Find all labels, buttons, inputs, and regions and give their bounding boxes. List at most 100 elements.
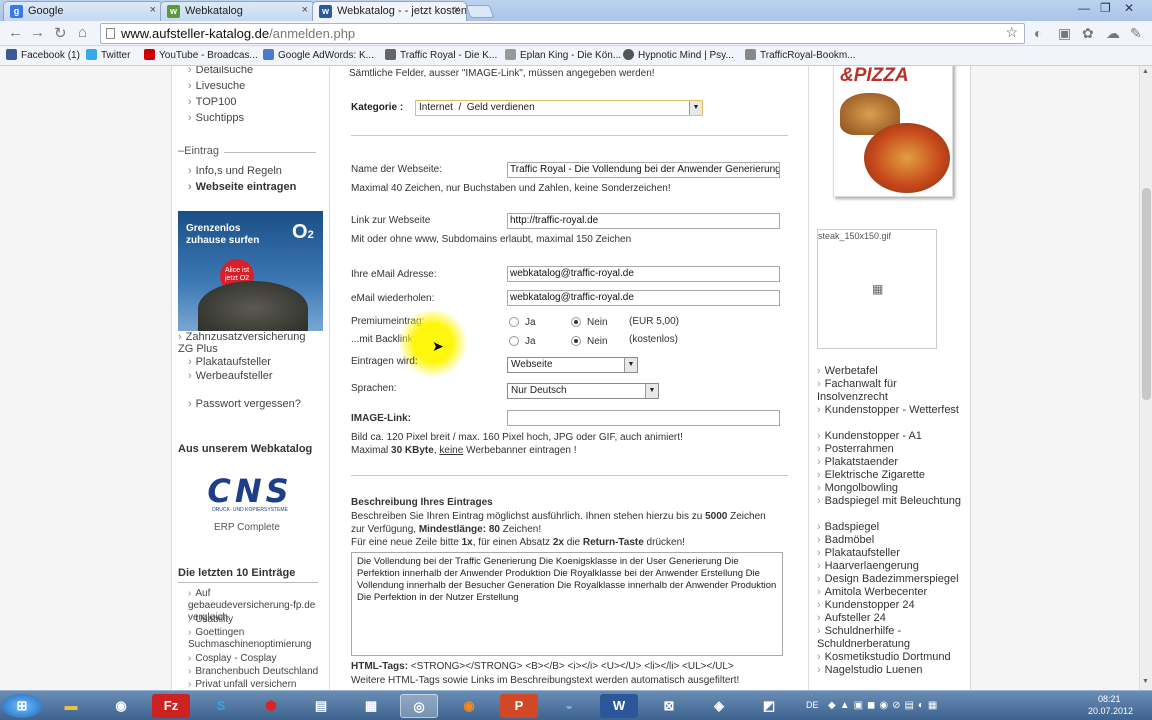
- minimize-icon[interactable]: —: [1078, 1, 1090, 15]
- sidebar-link[interactable]: Plakataufsteller: [817, 547, 969, 560]
- sidebar-link[interactable]: Design Badezimmerspiegel: [817, 573, 969, 586]
- recent-entry-link[interactable]: Goettingen Suchmaschinenoptimierung: [188, 627, 318, 651]
- sidebar-link[interactable]: Werbeaufsteller: [188, 370, 273, 382]
- close-window-icon[interactable]: ✕: [1124, 1, 1134, 15]
- scroll-up-icon[interactable]: ▲: [1142, 68, 1149, 75]
- recent-entry-link[interactable]: Cosplay - Cosplay: [188, 653, 276, 664]
- skype-icon[interactable]: S: [202, 694, 240, 718]
- backlink-nein-radio[interactable]: [571, 336, 581, 346]
- o2-ad-banner[interactable]: Grenzenlos zuhause surfen O2 Alice ist j…: [178, 211, 323, 331]
- sidebar-link[interactable]: Plakataufsteller: [188, 356, 271, 368]
- bookmark-star-icon[interactable]: ☆: [1005, 24, 1018, 41]
- save-disk-icon[interactable]: ▤: [302, 694, 340, 718]
- sidebar-link[interactable]: Badspiegel mit Beleuchtung: [817, 495, 969, 508]
- bookmark-item[interactable]: YouTube - Broadcas...: [144, 49, 258, 61]
- sidebar-link[interactable]: Nagelstudio Luenen: [817, 664, 969, 677]
- thunderbird-icon[interactable]: ◒: [550, 694, 588, 718]
- tab-google[interactable]: g Google ×: [3, 1, 163, 21]
- sidebar-link[interactable]: Detailsuche: [188, 66, 253, 76]
- scroll-down-icon[interactable]: ▼: [1142, 678, 1149, 685]
- clock-date[interactable]: 20.07.2012: [1088, 706, 1133, 716]
- address-bar[interactable]: www.aufsteller-katalog.de/anmelden.php ☆: [100, 23, 1025, 44]
- sidebar-link[interactable]: Zahnzusatzversicherung ZG Plus: [178, 331, 318, 355]
- firefox-icon[interactable]: ◉: [450, 694, 488, 718]
- word-icon[interactable]: W: [600, 694, 638, 718]
- tray-icons[interactable]: ◆▲▣◼◉⊘▤◐▦: [828, 700, 941, 711]
- sidebar-link[interactable]: Fachanwalt für Insolvenzrecht: [817, 378, 969, 404]
- bookmark-item[interactable]: Google AdWords: K...: [263, 49, 374, 61]
- clock-time[interactable]: 08:21: [1098, 694, 1121, 704]
- sidebar-link[interactable]: Badmöbel: [817, 534, 969, 547]
- sidebar-link[interactable]: Livesuche: [188, 80, 246, 92]
- bookmark-item[interactable]: Facebook (1): [6, 49, 80, 61]
- sidebar-link[interactable]: Plakatstaender: [817, 456, 969, 469]
- sidebar-link[interactable]: Schuldnerhilfe - Schuldnerberatung: [817, 625, 969, 651]
- tab-webkatalog-active[interactable]: w Webkatalog - - jetzt kosten ×: [312, 1, 467, 21]
- sidebar-link-active[interactable]: Webseite eintragen: [188, 181, 297, 193]
- extension-icon[interactable]: ◐: [1034, 25, 1042, 41]
- close-icon[interactable]: ×: [150, 4, 156, 16]
- forgot-password-link[interactable]: Passwort vergessen?: [188, 398, 301, 410]
- outlook-icon[interactable]: ◉: [102, 694, 140, 718]
- sidebar-link[interactable]: TOP100: [188, 96, 237, 108]
- cns-logo[interactable]: CNS DRUCK- UND KOPIERSYSTEME: [196, 475, 304, 517]
- maximize-icon[interactable]: ❐: [1100, 1, 1111, 15]
- extension-icon[interactable]: ✿: [1082, 25, 1094, 42]
- reload-icon[interactable]: ↻: [54, 24, 67, 42]
- recent-entry-link[interactable]: Branchenbuch Deutschland: [188, 666, 318, 677]
- start-button[interactable]: ⊞: [2, 694, 42, 718]
- sidebar-link[interactable]: Aufsteller 24: [817, 612, 969, 625]
- pizza-ad-image[interactable]: &PIZZA: [833, 66, 953, 197]
- tab-webkatalog[interactable]: w Webkatalog ×: [160, 1, 315, 21]
- scrollbar-thumb[interactable]: [1142, 188, 1151, 400]
- sidebar-link[interactable]: Haarverlaengerung: [817, 560, 969, 573]
- email-repeat-input[interactable]: webkatalog@traffic-royal.de: [507, 290, 780, 306]
- sidebar-link[interactable]: Kundenstopper - A1: [817, 430, 969, 443]
- bookmark-item[interactable]: Twitter: [86, 49, 130, 61]
- eintragen-select[interactable]: Webseite ▼: [507, 357, 638, 373]
- recent-entry-link[interactable]: Usability: [188, 614, 233, 625]
- sprachen-select[interactable]: Nur Deutsch ▼: [507, 383, 659, 399]
- home-icon[interactable]: ⌂: [78, 24, 87, 41]
- sidebar-link[interactable]: Werbetafel: [817, 365, 969, 378]
- app-icon[interactable]: ◈: [700, 694, 738, 718]
- sidebar-link[interactable]: Amitola Werbecenter: [817, 586, 969, 599]
- kategorie-select[interactable]: Internet / Geld verdienen ▼: [415, 100, 703, 116]
- security-icon[interactable]: ⊠: [650, 694, 688, 718]
- sidebar-link[interactable]: Kundenstopper - Wetterfest: [817, 404, 969, 417]
- chrome-icon[interactable]: ◎: [400, 694, 438, 718]
- back-icon[interactable]: ←: [8, 24, 23, 41]
- bookmark-item[interactable]: Eplan King - Die Kön...: [505, 49, 621, 61]
- language-indicator[interactable]: DE: [806, 700, 819, 710]
- bookmark-item[interactable]: Traffic Royal - Die K...: [385, 49, 497, 61]
- sidebar-link[interactable]: Kundenstopper 24: [817, 599, 969, 612]
- sidebar-link[interactable]: Suchtipps: [188, 112, 244, 124]
- close-icon[interactable]: ×: [302, 4, 308, 16]
- extension-icon[interactable]: ☁: [1106, 25, 1120, 42]
- premium-nein-radio[interactable]: [571, 317, 581, 327]
- wrench-icon[interactable]: ✎: [1130, 25, 1142, 42]
- email-input[interactable]: webkatalog@traffic-royal.de: [507, 266, 780, 282]
- vertical-scrollbar[interactable]: ▲ ▼: [1139, 66, 1152, 690]
- bookmark-item[interactable]: Hypnotic Mind | Psy...: [623, 49, 734, 61]
- sidebar-link[interactable]: Badspiegel: [817, 521, 969, 534]
- app-icon[interactable]: ◩: [750, 694, 788, 718]
- extension-icon[interactable]: ▣: [1058, 25, 1071, 42]
- premium-ja-radio[interactable]: [509, 317, 519, 327]
- new-tab-button[interactable]: [465, 5, 495, 18]
- sidebar-link[interactable]: Mongolbowling: [817, 482, 969, 495]
- explorer-icon[interactable]: ▬: [52, 694, 90, 718]
- name-input[interactable]: Traffic Royal - Die Vollendung bei der A…: [507, 162, 780, 178]
- backlink-ja-radio[interactable]: [509, 336, 519, 346]
- bookmark-item[interactable]: TrafficRoyal-Bookm...: [745, 49, 856, 61]
- forward-icon[interactable]: →: [30, 24, 45, 41]
- acrobat-icon[interactable]: ⬢: [252, 694, 290, 718]
- link-input[interactable]: http://traffic-royal.de: [507, 213, 780, 229]
- sidebar-link[interactable]: Elektrische Zigarette: [817, 469, 969, 482]
- close-icon[interactable]: ×: [454, 4, 460, 16]
- recent-entry-link[interactable]: Privat unfall versichern: [188, 679, 296, 690]
- sidebar-link[interactable]: Kosmetikstudio Dortmund: [817, 651, 969, 664]
- media-icon[interactable]: ▦: [352, 694, 390, 718]
- powerpoint-icon[interactable]: P: [500, 694, 538, 718]
- sidebar-link[interactable]: Info,s und Regeln: [188, 165, 282, 177]
